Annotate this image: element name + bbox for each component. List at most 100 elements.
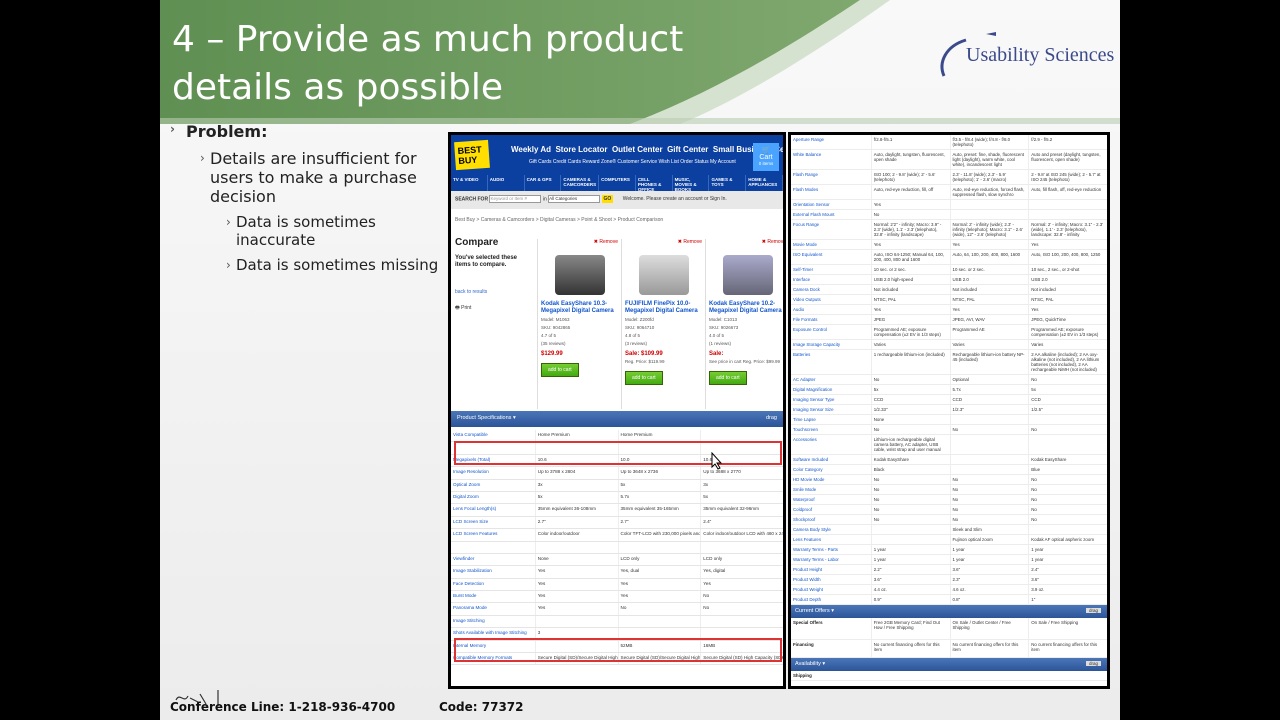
spec-label[interactable]: Focus Range <box>791 220 871 239</box>
nav-store-locator[interactable]: Store Locator <box>555 145 607 154</box>
back-to-results-link[interactable]: back to results <box>455 289 487 295</box>
spec-label[interactable]: Time Lapse <box>791 415 871 424</box>
spec-label[interactable]: White Balance <box>791 150 871 169</box>
nav-weekly-ad[interactable]: Weekly Ad <box>511 145 551 154</box>
spec-label[interactable]: Audio <box>791 305 871 314</box>
product-reviews[interactable]: (35 reviews) <box>541 341 618 347</box>
spec-label[interactable]: Batteries <box>791 350 871 374</box>
category-cell[interactable]: CELL PHONES & OFFICE <box>636 175 673 192</box>
add-to-cart-button[interactable]: add to cart <box>541 363 579 377</box>
spec-label[interactable]: Video Outputs <box>791 295 871 304</box>
category-home[interactable]: HOME & APPLIANCES <box>746 175 783 191</box>
add-to-cart-button[interactable]: add to cart <box>625 371 663 385</box>
spec-label[interactable]: Panorama Mode <box>451 603 535 614</box>
product-reviews[interactable]: (1 reviews) <box>709 341 783 347</box>
cart-button[interactable]: 🛒 Cart 0 items <box>753 143 779 171</box>
remove-button[interactable]: ✖ Remove <box>709 239 783 245</box>
camera-image[interactable] <box>722 255 773 295</box>
category-computers[interactable]: COMPUTERS <box>599 175 636 191</box>
spec-label[interactable]: Interface <box>791 275 871 284</box>
product-name[interactable]: FUJIFILM FinePix 10.0-Megapixel Digital … <box>625 301 702 315</box>
bestbuy-compare-screenshot: BEST BUY Weekly Ad Store Locator Outlet … <box>448 132 786 689</box>
spec-label[interactable]: Touchscreen <box>791 425 871 434</box>
nav-outlet-center[interactable]: Outlet Center <box>612 145 663 154</box>
spec-label[interactable]: AC Adapter <box>791 375 871 384</box>
sub-nav[interactable]: Gift Cards Credit Cards Reward Zone® Cus… <box>529 159 736 165</box>
spec-label[interactable]: LCD Screen Size <box>451 517 535 528</box>
category-tv[interactable]: TV & VIDEO <box>451 175 488 191</box>
spec-label[interactable]: Warranty Terms - Labor <box>791 555 871 564</box>
spec-label[interactable]: Burst Mode <box>451 591 535 602</box>
spec-row: Coldproof No No No <box>791 505 1107 515</box>
spec-label[interactable]: File Formats <box>791 315 871 324</box>
current-offers-bar[interactable]: Current Offers ▾ drag <box>791 605 1107 618</box>
spec-label[interactable]: Warranty Terms - Parts <box>791 545 871 554</box>
spec-label[interactable]: Imaging Sensor Type <box>791 395 871 404</box>
search-input[interactable]: Keyword or Item # <box>489 195 542 203</box>
spec-label[interactable]: Product Depth <box>791 595 871 604</box>
drag-handle[interactable]: drag <box>766 415 777 421</box>
spec-label[interactable]: HD Movie Mode <box>791 475 871 484</box>
spec-label[interactable]: Flash Range <box>791 170 871 184</box>
spec-label[interactable]: Digital Magnification <box>791 385 871 394</box>
drag-handle[interactable]: drag <box>1085 661 1101 666</box>
spec-label[interactable]: Camera Dock <box>791 285 871 294</box>
product-name[interactable]: Kodak EasyShare 10.3-Megapixel Digital C… <box>541 301 618 315</box>
spec-label[interactable]: Product Height <box>791 565 871 574</box>
spec-label[interactable]: Orientation Sensor <box>791 200 871 209</box>
category-car[interactable]: CAR & GPS <box>525 175 562 191</box>
camera-image[interactable] <box>554 255 605 295</box>
spec-label[interactable]: Image Stabilization <box>451 566 535 577</box>
spec-label[interactable]: Imaging Sensor Size <box>791 405 871 414</box>
nav-gift-center[interactable]: Gift Center <box>667 145 708 154</box>
spec-label[interactable] <box>451 542 535 553</box>
bestbuy-logo[interactable]: BEST BUY <box>454 139 490 171</box>
spec-label[interactable]: Optical Zoom <box>451 480 535 491</box>
spec-label[interactable]: Vista Compatible <box>451 430 535 441</box>
spec-label[interactable]: Waterproof <box>791 495 871 504</box>
spec-label[interactable]: Image Resolution <box>451 467 535 478</box>
availability-bar[interactable]: Availability ▾ drag <box>791 658 1107 671</box>
category-music[interactable]: MUSIC, MOVIES & BOOKS <box>673 175 710 192</box>
spec-label[interactable]: Accessories <box>791 435 871 454</box>
add-to-cart-button[interactable]: add to cart <box>709 371 747 385</box>
spec-label[interactable]: Lens Focal Length(s) <box>451 504 535 515</box>
spec-label[interactable]: Exposure Control <box>791 325 871 339</box>
category-audio[interactable]: AUDIO <box>488 175 525 191</box>
spec-label[interactable]: Digital Zoom <box>451 492 535 503</box>
product-specifications-bar[interactable]: Product Specifications ▾ drag <box>451 411 783 427</box>
category-games[interactable]: GAMES & TOYS <box>709 175 747 191</box>
spec-label[interactable]: External Flash Mount <box>791 210 871 219</box>
spec-label[interactable]: Self-Timer <box>791 265 871 274</box>
spec-label[interactable]: Shockproof <box>791 515 871 524</box>
remove-button[interactable]: ✖ Remove <box>541 239 618 245</box>
camera-image[interactable] <box>638 255 689 295</box>
spec-label[interactable]: Coldproof <box>791 505 871 514</box>
spec-label[interactable]: Product Weight <box>791 585 871 594</box>
spec-label[interactable]: ISO Equivalent <box>791 250 871 264</box>
spec-label[interactable]: Viewfinder <box>451 554 535 565</box>
spec-label[interactable]: Product Width <box>791 575 871 584</box>
spec-label[interactable]: Software Included <box>791 455 871 464</box>
search-go-button[interactable]: GO <box>601 195 614 203</box>
breadcrumb[interactable]: Best Buy > Cameras & Camcorders > Digita… <box>455 217 663 223</box>
spec-label[interactable]: Aperture Range <box>791 135 871 149</box>
spec-label[interactable]: LCD Screen Features <box>451 529 535 540</box>
spec-label[interactable]: Camera Body Style <box>791 525 871 534</box>
print-link[interactable]: 🖶 Print <box>455 305 471 313</box>
spec-label[interactable]: Movie Mode <box>791 240 871 249</box>
spec-label[interactable]: Smile Mode <box>791 485 871 494</box>
spec-label[interactable]: Lens Features <box>791 535 871 544</box>
logo-text: Usability Sciences <box>966 44 1115 66</box>
product-reviews[interactable]: (3 reviews) <box>625 341 702 347</box>
spec-label[interactable]: Color Category <box>791 465 871 474</box>
product-name[interactable]: Kodak EasyShare 10.2-Megapixel Digital C… <box>709 301 783 315</box>
spec-label[interactable]: Face Detection <box>451 579 535 590</box>
search-category-select[interactable]: All Categories <box>548 195 601 203</box>
spec-label[interactable]: Image Stitching <box>451 616 535 627</box>
remove-button[interactable]: ✖ Remove <box>625 239 702 245</box>
spec-label[interactable]: Flash Modes <box>791 185 871 199</box>
drag-handle[interactable]: drag <box>1085 608 1101 613</box>
spec-label[interactable]: Image Storage Capacity <box>791 340 871 349</box>
category-cameras[interactable]: CAMERAS & CAMCORDERS <box>561 175 600 191</box>
